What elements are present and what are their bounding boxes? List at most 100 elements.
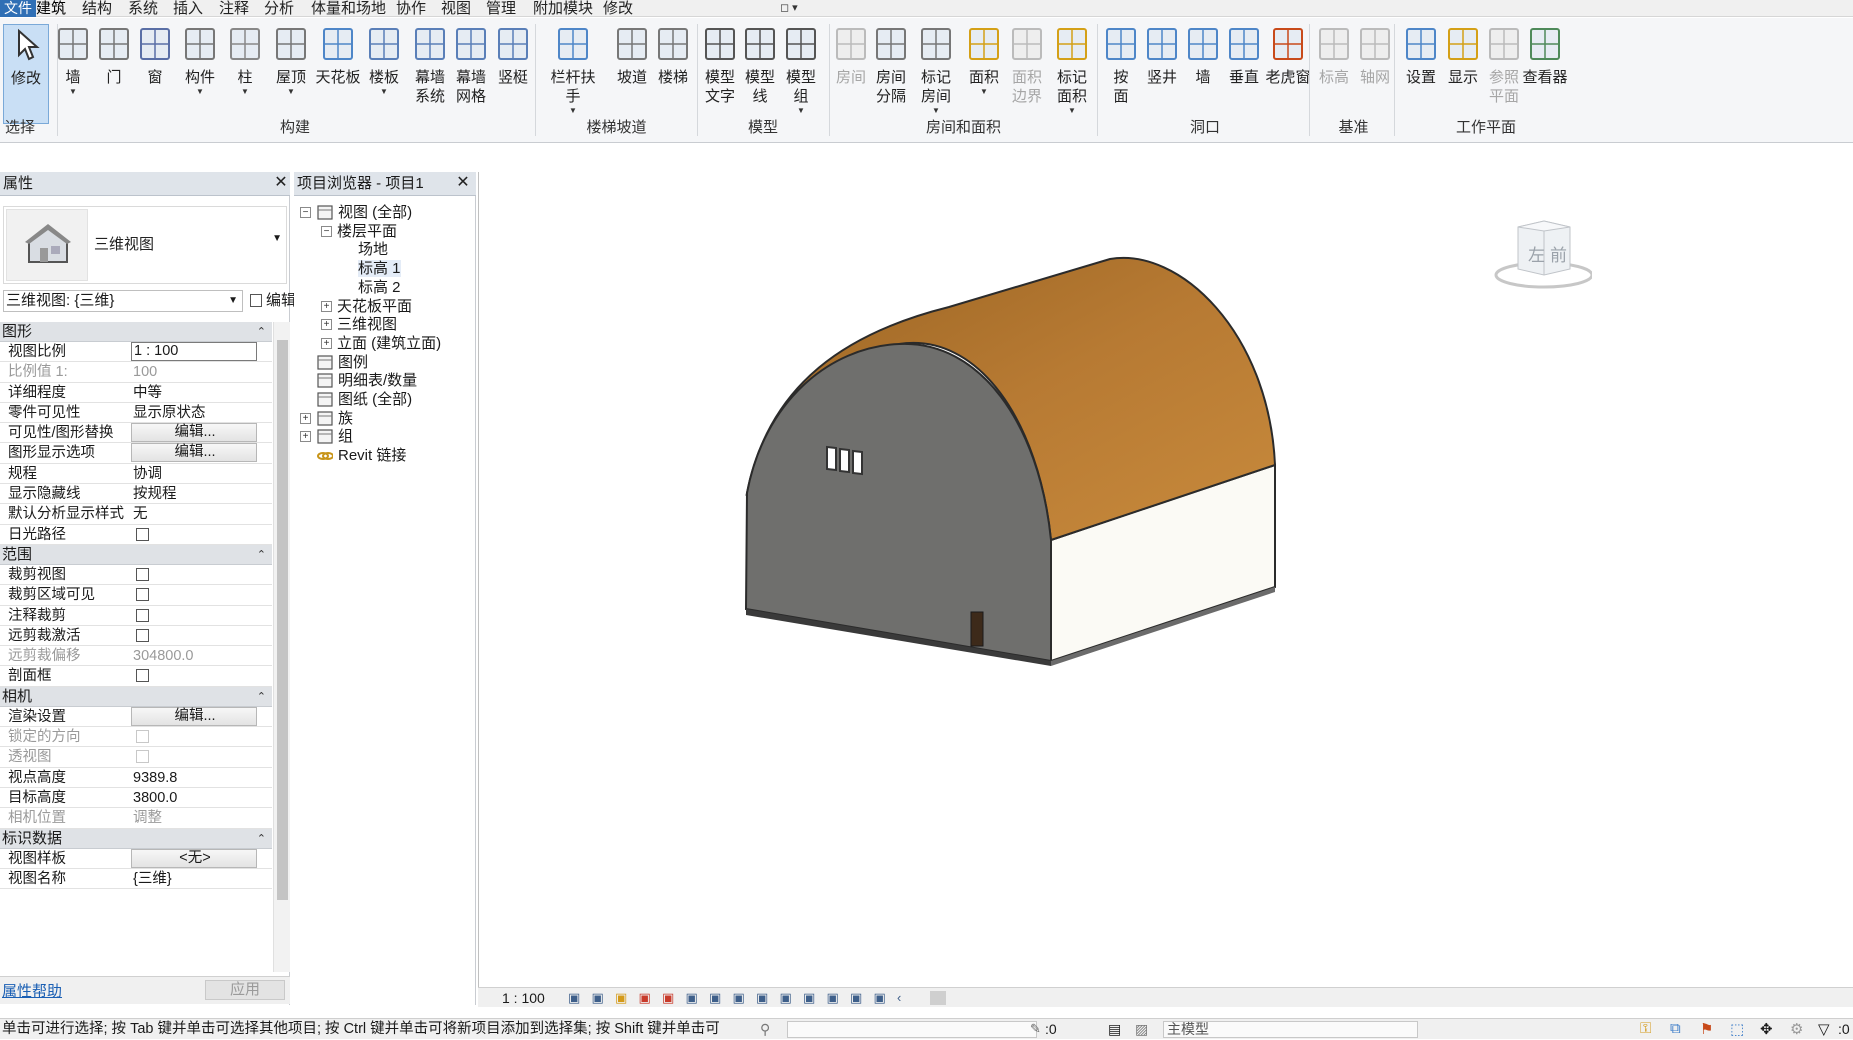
browser-item[interactable]: 图纸 (全部) xyxy=(338,390,412,409)
property-value[interactable]: 9389.8 xyxy=(131,768,257,788)
property-value[interactable]: {三维} xyxy=(131,869,257,889)
tab-10[interactable]: 附加模块 xyxy=(533,0,593,17)
browser-item[interactable]: 族 xyxy=(338,409,353,428)
property-value[interactable]: 1 : 100 xyxy=(131,342,257,361)
apply-button[interactable]: 应用 xyxy=(205,980,285,1000)
tab-11[interactable]: 修改 xyxy=(603,0,633,17)
analysis-icon[interactable]: ▣ xyxy=(827,990,843,1005)
browser-item[interactable]: 标高 1 xyxy=(358,259,401,278)
expand-icon[interactable]: + xyxy=(321,319,332,331)
dropdown-arrow-icon[interactable]: ▼ xyxy=(222,87,268,96)
dropdown-arrow-icon[interactable]: ▼ xyxy=(913,106,959,115)
dropdown-arrow-icon[interactable]: ▼ xyxy=(177,87,223,96)
tab-8[interactable]: 视图 xyxy=(441,0,471,17)
property-checkbox[interactable] xyxy=(131,585,257,605)
ribbon-button-25[interactable]: 竖井 xyxy=(1139,24,1185,124)
pin-icon[interactable]: ✎ xyxy=(1030,1021,1041,1037)
tab-0[interactable]: 建筑 xyxy=(36,0,66,17)
collapse-icon[interactable]: − xyxy=(300,207,311,218)
dropdown-arrow-icon[interactable]: ▼ xyxy=(361,87,407,96)
browser-item[interactable]: 视图 (全部) xyxy=(338,203,412,222)
property-checkbox[interactable] xyxy=(131,606,257,626)
browser-item[interactable]: 楼层平面 xyxy=(337,222,397,241)
property-section-header[interactable]: 标识数据 ⌃ xyxy=(0,828,272,849)
ribbon-button-10[interactable]: 幕墙 网格 xyxy=(448,24,494,124)
link-select-icon[interactable]: ⚿ xyxy=(1640,1020,1651,1037)
ribbon-button-3[interactable]: 窗 xyxy=(132,24,178,124)
tab-7[interactable]: 协作 xyxy=(396,0,426,17)
checkbox-icon[interactable] xyxy=(136,588,149,602)
ribbon-button-24[interactable]: 按 面 xyxy=(1098,24,1144,124)
ribbon-button-19[interactable]: 房间 分隔 xyxy=(868,24,914,124)
ribbon-button-30[interactable]: 轴网 xyxy=(1352,24,1398,124)
ribbon-button-20[interactable]: 标记 房间 ▼ xyxy=(913,24,959,124)
tab-2[interactable]: 系统 xyxy=(128,0,158,17)
ribbon-button-8[interactable]: 楼板 ▼ xyxy=(361,24,407,124)
properties-scrollbar[interactable] xyxy=(273,322,290,972)
property-checkbox[interactable] xyxy=(131,525,257,545)
scroll-left-icon[interactable]: ‹ xyxy=(897,990,913,1005)
filter-icon[interactable]: ▽ xyxy=(1818,1020,1830,1038)
dropdown-arrow-icon[interactable]: ▼ xyxy=(961,87,1007,96)
dropdown-arrow-icon[interactable]: ▼ xyxy=(1049,106,1095,115)
ribbon-button-16[interactable]: 模型 线 xyxy=(737,24,783,124)
ribbon-button-32[interactable]: 显示 xyxy=(1440,24,1486,124)
ribbon-panel-label-4[interactable]: 房间和面积 xyxy=(832,118,1095,138)
type-selector[interactable]: 三维视图 ▼ xyxy=(3,206,287,284)
model-canvas[interactable] xyxy=(479,172,1853,987)
model-selector[interactable]: 主模型 xyxy=(1163,1021,1418,1038)
collapse-icon[interactable]: − xyxy=(321,225,332,237)
checkbox-icon[interactable] xyxy=(136,527,149,541)
property-edit-button[interactable]: 编辑... xyxy=(131,443,257,463)
ribbon-button-29[interactable]: 标高 xyxy=(1311,24,1357,124)
property-checkbox[interactable] xyxy=(131,565,257,585)
checkbox-icon[interactable] xyxy=(136,669,149,683)
ribbon-panel-label-0[interactable]: 选择 xyxy=(0,118,52,138)
property-value[interactable]: 无 xyxy=(131,504,257,524)
property-value[interactable]: 协调 xyxy=(131,464,257,484)
tab-4[interactable]: 注释 xyxy=(219,0,249,17)
dropdown-arrow-icon[interactable]: ▼ xyxy=(550,106,596,115)
ribbon-button-27[interactable]: 垂直 xyxy=(1221,24,1267,124)
browser-item[interactable]: 立面 (建筑立面) xyxy=(337,334,441,353)
temp-view-props-icon[interactable]: ▣ xyxy=(803,990,819,1005)
select-underlay-icon[interactable]: ⧉ xyxy=(1670,1020,1681,1037)
select-by-face-icon[interactable]: ⬚ xyxy=(1730,1020,1744,1038)
unlock-3d-icon[interactable]: ▣ xyxy=(733,990,749,1005)
viewcube[interactable]: 左 前 xyxy=(1482,219,1594,299)
collapse-icon[interactable]: ⌃ xyxy=(257,829,266,849)
sun-path-icon[interactable]: ▣ xyxy=(615,990,631,1005)
reveal-hidden-icon[interactable]: ▣ xyxy=(780,990,796,1005)
property-section-header[interactable]: 图形 ⌃ xyxy=(0,322,272,342)
ribbon-button-34[interactable]: 查看器 xyxy=(1522,24,1568,124)
tab-1[interactable]: 结构 xyxy=(82,0,112,17)
property-value[interactable]: 3800.0 xyxy=(131,788,257,808)
shadows-icon[interactable]: ▣ xyxy=(639,990,655,1005)
dropdown-arrow-icon[interactable]: ▼ xyxy=(778,106,824,115)
collapse-icon[interactable]: ⌃ xyxy=(257,687,266,707)
scrollbar-thumb[interactable] xyxy=(277,340,288,900)
ribbon-button-2[interactable]: 门 xyxy=(91,24,137,124)
browser-item[interactable]: 标高 2 xyxy=(358,278,401,297)
tab-6[interactable]: 体量和场地 xyxy=(311,0,386,17)
checkbox-icon[interactable] xyxy=(136,567,149,581)
view-scale[interactable]: 1 : 100 xyxy=(502,988,545,1008)
workset-icon[interactable]: ⚲ xyxy=(760,1021,770,1038)
workset-selector[interactable] xyxy=(787,1021,1037,1038)
ribbon-button-5[interactable]: 柱 ▼ xyxy=(222,24,268,124)
detail-level-icon[interactable]: ▣ xyxy=(568,990,584,1005)
ribbon-button-14[interactable]: 楼梯 xyxy=(650,24,696,124)
property-edit-button[interactable]: 编辑... xyxy=(131,706,257,726)
collapse-icon[interactable]: ⌃ xyxy=(257,322,266,342)
horizontal-scrollbar-thumb[interactable] xyxy=(930,991,946,1005)
show-crop-icon[interactable]: ▣ xyxy=(709,990,725,1005)
dropdown-arrow-icon[interactable]: ▼ xyxy=(268,87,314,96)
expand-icon[interactable]: + xyxy=(300,412,311,424)
tab-3[interactable]: 插入 xyxy=(173,0,203,17)
ribbon-button-7[interactable]: 天花板 xyxy=(315,24,361,124)
browser-item[interactable]: 图例 xyxy=(338,353,368,372)
crop-view-icon[interactable]: ▣ xyxy=(686,990,702,1005)
properties-close-icon[interactable]: ✕ xyxy=(272,174,290,192)
properties-help-link[interactable]: 属性帮助 xyxy=(2,980,62,1001)
ribbon-button-21[interactable]: 面积 ▼ xyxy=(961,24,1007,124)
